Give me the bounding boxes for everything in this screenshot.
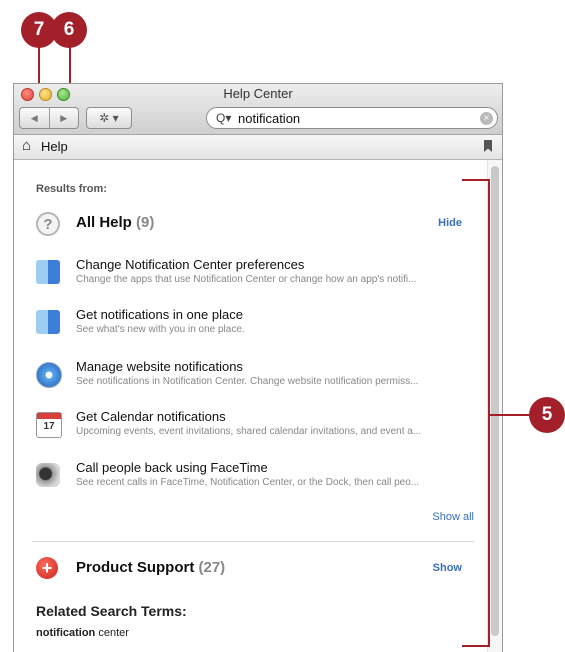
back-arrow-icon: ◀ [30, 112, 38, 123]
help-center-window: Help Center ◀ ▶ ✲ ▾ Q▾ notification × ⌂ … [13, 83, 503, 652]
facetime-icon [36, 463, 60, 487]
result-description: See what's new with you in one place. [76, 324, 245, 335]
callout-6: 6 [51, 12, 87, 48]
all-help-section: ? All Help (9) Hide [36, 212, 474, 238]
help-question-icon: ? [36, 212, 60, 236]
callout-5-bracket-top [462, 179, 489, 181]
action-menu-button[interactable]: ✲ ▾ [86, 107, 132, 129]
back-button[interactable]: ◀ [20, 108, 50, 128]
finder-icon [36, 260, 60, 284]
result-title[interactable]: Get Calendar notifications [76, 409, 226, 424]
result-description: Upcoming events, event invitations, shar… [76, 426, 422, 437]
finder-icon [36, 310, 60, 334]
clear-search-icon[interactable]: × [480, 111, 493, 125]
search-icon: Q▾ [216, 111, 232, 125]
result-item[interactable]: 17 Get Calendar notifications Upcoming e… [36, 409, 476, 443]
result-title[interactable]: Manage website notifications [76, 359, 243, 374]
result-item[interactable]: Change Notification Center preferences C… [36, 257, 476, 291]
result-title[interactable]: Call people back using FaceTime [76, 460, 268, 475]
result-item[interactable]: Get notifications in one place See what'… [36, 307, 476, 341]
result-title[interactable]: Get notifications in one place [76, 307, 243, 322]
related-search-header: Related Search Terms: [36, 603, 187, 619]
result-item[interactable]: Manage website notifications See notific… [36, 359, 476, 393]
all-help-title: All Help (9) [76, 214, 155, 231]
result-description: See notifications in Notification Center… [76, 376, 419, 387]
callout-5-line [488, 414, 530, 416]
breadcrumb: ⌂ Help [14, 135, 502, 160]
product-support-title: Product Support (27) [76, 559, 226, 576]
forward-button[interactable]: ▶ [50, 108, 79, 128]
result-description: See recent calls in FaceTime, Notificati… [76, 477, 420, 488]
show-link[interactable]: Show [433, 562, 462, 574]
calendar-icon: 17 [36, 412, 62, 438]
result-item[interactable]: Call people back using FaceTime See rece… [36, 460, 476, 494]
show-all-link[interactable]: Show all [432, 511, 474, 523]
product-support-section: + Product Support (27) Show [36, 557, 474, 583]
scrollbar-thumb[interactable] [491, 166, 499, 636]
results-header: Results from: [36, 183, 107, 195]
related-term-link[interactable]: notification center [36, 627, 129, 639]
gear-icon: ✲ ▾ [99, 111, 119, 125]
results-pane: Results from: ? All Help (9) Hide Change… [14, 160, 486, 652]
plus-icon: + [36, 557, 58, 579]
breadcrumb-help[interactable]: Help [41, 139, 68, 154]
safari-icon [36, 362, 62, 388]
search-input[interactable]: notification [238, 111, 480, 126]
window-title: Help Center [223, 86, 293, 101]
hide-link[interactable]: Hide [438, 217, 462, 229]
navigation-buttons: ◀ ▶ [19, 107, 79, 129]
callout-5-bracket-bottom [462, 645, 489, 647]
home-icon[interactable]: ⌂ [22, 137, 31, 154]
search-field[interactable]: Q▾ notification × [206, 107, 498, 129]
forward-arrow-icon: ▶ [60, 112, 68, 123]
title-bar: Help Center ◀ ▶ ✲ ▾ Q▾ notification × [14, 84, 502, 135]
result-title[interactable]: Change Notification Center preferences [76, 257, 304, 272]
callout-5: 5 [529, 397, 565, 433]
section-divider [32, 541, 474, 542]
bookmark-icon[interactable] [484, 140, 492, 152]
callout-5-bracket-vertical [488, 179, 490, 647]
result-description: Change the apps that use Notification Ce… [76, 274, 417, 285]
